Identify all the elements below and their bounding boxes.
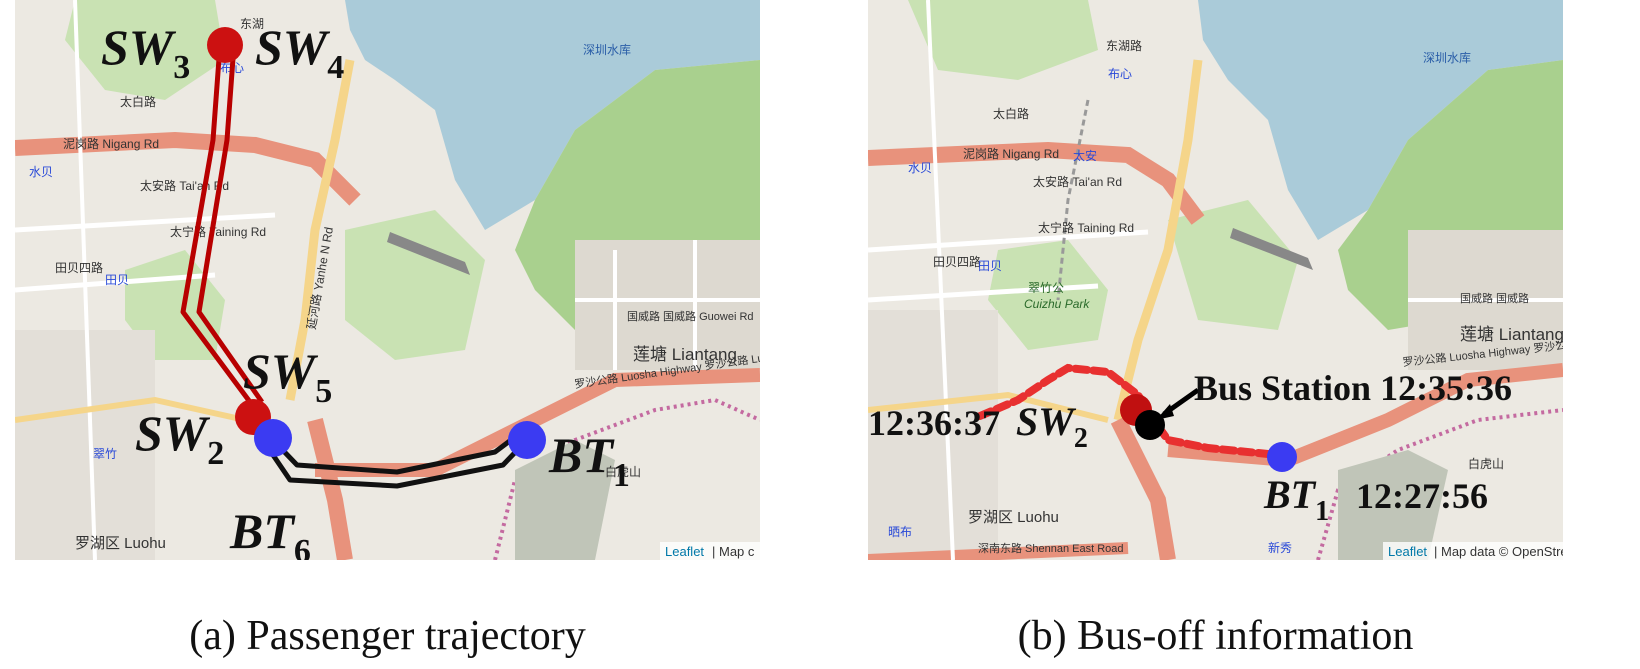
- point-bt6[interactable]: [254, 419, 292, 457]
- label-sw2: SW2: [1016, 399, 1088, 454]
- caption-a: (a) Passenger trajectory: [189, 613, 586, 659]
- caption-b: (b) Bus-off information: [1017, 613, 1414, 659]
- labels-overlay-b: Bus Station 12:35:36 12:36:37 SW2 BT1 12…: [868, 368, 1512, 527]
- panel-bus-off-information: 泥岗路 Nigang Rd 太安路 Tai'an Rd 太安 太宁路 Taini…: [868, 0, 1640, 669]
- label-time-sw2: 12:36:37: [868, 403, 1000, 443]
- map-label-guowei: 国威路 国威路 Guowei Rd: [627, 310, 754, 323]
- map-label-tianbei-station: 田贝: [105, 273, 129, 287]
- map-label-nigang: 泥岗路 Nigang Rd: [63, 136, 159, 151]
- point-sw3-sw4[interactable]: [207, 27, 243, 63]
- map-label-tianbei: 田贝四路: [55, 260, 103, 275]
- label-time-bt1: 12:27:56: [1356, 476, 1488, 516]
- map-label-taining: 太宁路 Taining Rd: [170, 224, 266, 239]
- label-bt1: BT1: [1263, 472, 1329, 527]
- map-label-taibai: 太白路: [120, 94, 156, 109]
- attribution-leaflet-link[interactable]: Leaflet: [665, 544, 704, 559]
- map-label-reservoir: 深圳水库: [583, 42, 631, 57]
- map-label-cuizhu: 翠竹: [93, 447, 117, 461]
- point-bt1[interactable]: [508, 421, 546, 459]
- map-label-shuibei: 水贝: [29, 165, 53, 179]
- panel-passenger-trajectory: 泥岗路 Nigang Rd 太安路 Tai'an Rd 太宁路 Taining …: [0, 0, 820, 669]
- urban-block-2: [15, 330, 155, 560]
- label-bus-station: Bus Station 12:35:36: [1194, 368, 1512, 408]
- attribution-text: | Map c: [712, 544, 755, 559]
- map-view-a[interactable]: 泥岗路 Nigang Rd 太安路 Tai'an Rd 太宁路 Taining …: [15, 0, 760, 560]
- map-label-taian: 太安路 Tai'an Rd: [140, 178, 229, 193]
- map-label-luohu: 罗湖区 Luohu: [75, 535, 166, 552]
